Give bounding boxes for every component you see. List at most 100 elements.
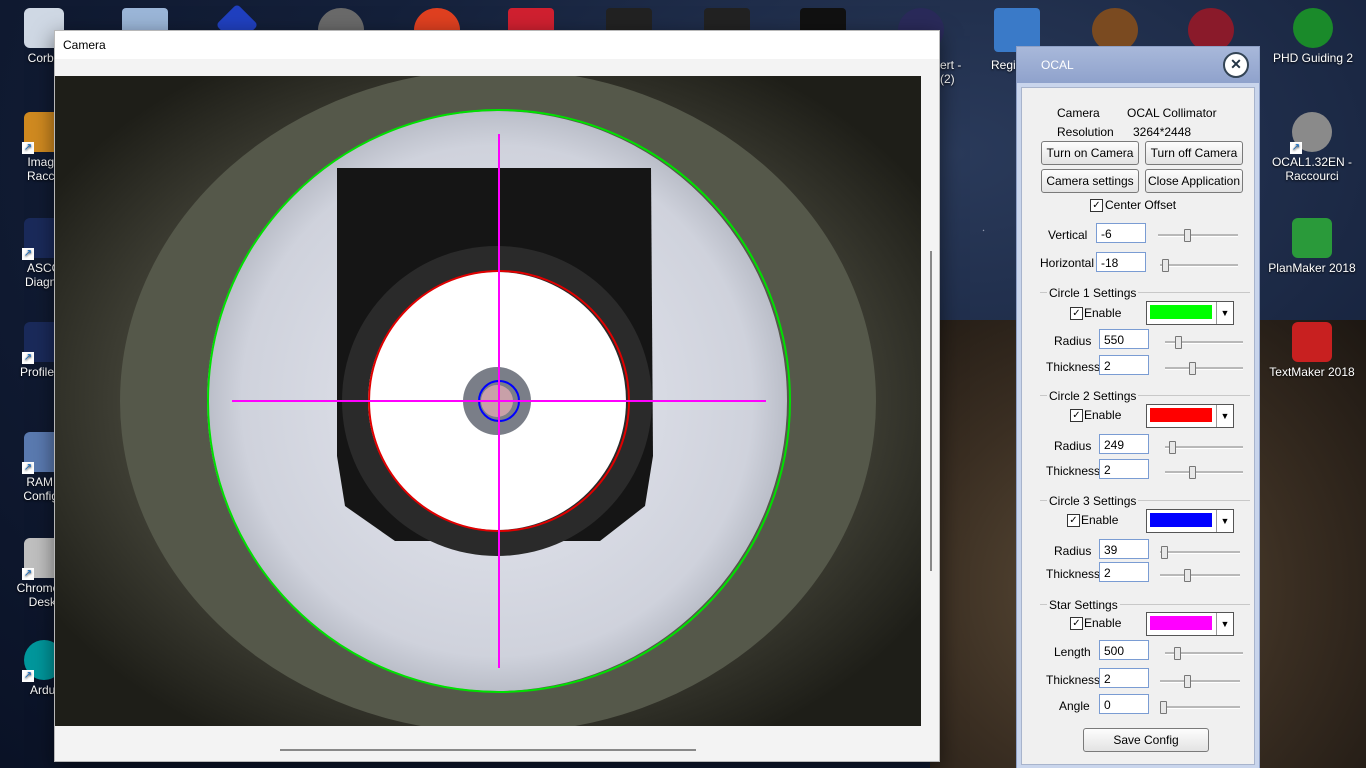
slider-thumb[interactable] — [1184, 675, 1191, 688]
circle-2-radius-slider[interactable] — [1165, 441, 1243, 454]
circle-1-thickness-slider[interactable] — [1165, 362, 1243, 375]
registax-label: Regi — [991, 58, 1016, 72]
vertical-scrollbar[interactable] — [930, 251, 932, 571]
resolution-value: 3264*2448 — [1133, 125, 1192, 139]
ocal-window[interactable]: OCAL ✕ Camera OCAL Collimator Resolution… — [1016, 46, 1260, 768]
close-icon[interactable]: ✕ — [1223, 52, 1249, 78]
circle-2-radius-label: Radius — [1054, 439, 1092, 453]
turn-off-camera-button[interactable]: Turn off Camera — [1145, 141, 1243, 165]
desktop-icon-phd[interactable]: PHD Guiding 2 — [1268, 8, 1358, 65]
circle-1-title: Circle 1 Settings — [1047, 286, 1139, 300]
circle-1-radius-label: Radius — [1054, 334, 1092, 348]
circle-3-enable-label: Enable — [1081, 513, 1119, 527]
desktop-icon-textmaker[interactable]: TextMaker 2018 — [1264, 322, 1360, 379]
slider-thumb[interactable] — [1189, 362, 1196, 375]
circle-2-color-select[interactable]: ▼ — [1146, 404, 1234, 428]
circle-2-title: Circle 2 Settings — [1047, 389, 1139, 403]
circle-3-thickness-label: Thickness — [1046, 567, 1101, 581]
circle-3-radius-input[interactable]: 39 — [1099, 539, 1149, 559]
camera-label: Camera — [1057, 106, 1100, 120]
star-enable-label: Enable — [1084, 616, 1122, 630]
turn-on-camera-button[interactable]: Turn on Camera — [1041, 141, 1139, 165]
circle-1-enable-checkbox[interactable]: ✓ — [1070, 307, 1083, 320]
circle-2-enable-label: Enable — [1084, 408, 1122, 422]
center-offset-checkbox[interactable]: ✓ — [1090, 199, 1103, 212]
close-application-button[interactable]: Close Application — [1145, 169, 1243, 193]
vertical-input[interactable]: -6 — [1096, 223, 1146, 243]
textmaker-icon — [1292, 322, 1332, 362]
desktop-icon-ocal[interactable]: ↗ OCAL1.32EN - Raccourci — [1264, 112, 1360, 183]
desktop-icon-label: PlanMaker 2018 — [1268, 261, 1356, 275]
circle-3-enable-checkbox[interactable]: ✓ — [1067, 514, 1080, 527]
slider-thumb[interactable] — [1184, 229, 1191, 242]
vertical-slider[interactable] — [1158, 229, 1238, 242]
circle-1-radius-slider[interactable] — [1165, 336, 1243, 349]
camera-window[interactable]: Camera — [54, 30, 940, 762]
horizontal-input[interactable]: -18 — [1096, 252, 1146, 272]
circle-1-thickness-input[interactable]: 2 — [1099, 355, 1149, 375]
circle-3-color-swatch — [1150, 513, 1212, 527]
horizontal-label: Horizontal — [1040, 256, 1095, 270]
star-length-label: Length — [1054, 645, 1091, 659]
horizontal-slider[interactable] — [1160, 259, 1238, 272]
circle-1-color-select[interactable]: ▼ — [1146, 301, 1234, 325]
desktop-icon-label: TextMaker 2018 — [1269, 365, 1355, 379]
desktop-icon-label: OCAL1.32EN - Raccourci — [1271, 155, 1353, 183]
star-length-input[interactable]: 500 — [1099, 640, 1149, 660]
slider-thumb[interactable] — [1189, 466, 1196, 479]
collimation-view — [55, 76, 921, 726]
slider-thumb[interactable] — [1175, 336, 1182, 349]
star-angle-slider[interactable] — [1160, 701, 1240, 714]
vertical-label: Vertical — [1048, 228, 1088, 242]
chevron-down-icon: ▼ — [1216, 405, 1233, 427]
phd-guiding-icon — [1293, 8, 1333, 48]
camera-window-title: Camera — [55, 31, 939, 59]
circle-3-thickness-slider[interactable] — [1160, 569, 1240, 582]
camera-settings-button[interactable]: Camera settings — [1041, 169, 1139, 193]
circle-1-thickness-label: Thickness — [1046, 360, 1101, 374]
partial-icon-label: ert - (2) — [940, 58, 962, 86]
slider-thumb[interactable] — [1162, 259, 1169, 272]
star-enable-checkbox[interactable]: ✓ — [1070, 617, 1083, 630]
planmaker-icon — [1292, 218, 1332, 258]
slider-thumb[interactable] — [1174, 647, 1181, 660]
desktop-icon-label: PHD Guiding 2 — [1272, 51, 1354, 65]
ocal-icon: ↗ — [1290, 112, 1332, 154]
slider-thumb[interactable] — [1184, 569, 1191, 582]
star-angle-input[interactable]: 0 — [1099, 694, 1149, 714]
star-color-select[interactable]: ▼ — [1146, 612, 1234, 636]
circle-1-color-swatch — [1150, 305, 1212, 319]
circle-2-thickness-input[interactable]: 2 — [1099, 459, 1149, 479]
circle-2-enable-checkbox[interactable]: ✓ — [1070, 409, 1083, 422]
star-thickness-slider[interactable] — [1160, 675, 1240, 688]
star-length-slider[interactable] — [1165, 647, 1243, 660]
center-offset-label: Center Offset — [1105, 198, 1177, 212]
circle-3-color-select[interactable]: ▼ — [1146, 509, 1234, 533]
circle-3-radius-label: Radius — [1054, 544, 1092, 558]
star-color-swatch — [1150, 616, 1212, 630]
desktop-icon-planmaker[interactable]: PlanMaker 2018 — [1264, 218, 1360, 275]
horizontal-scrollbar[interactable] — [280, 749, 696, 751]
circle-1-radius-input[interactable]: 550 — [1099, 329, 1149, 349]
circle-3-thickness-input[interactable]: 2 — [1099, 562, 1149, 582]
circle-2-thickness-label: Thickness — [1046, 464, 1101, 478]
circle-3-radius-slider[interactable] — [1160, 546, 1240, 559]
ocal-panel: Camera OCAL Collimator Resolution 3264*2… — [1021, 87, 1255, 765]
circle-2-thickness-slider[interactable] — [1165, 466, 1243, 479]
star-thickness-input[interactable]: 2 — [1099, 668, 1149, 688]
circle-3-title: Circle 3 Settings — [1047, 494, 1139, 508]
circle-2-color-swatch — [1150, 408, 1212, 422]
slider-thumb[interactable] — [1169, 441, 1176, 454]
star-angle-label: Angle — [1059, 699, 1090, 713]
chevron-down-icon: ▼ — [1216, 613, 1233, 635]
chevron-down-icon: ▼ — [1216, 510, 1233, 532]
circle-1-enable-label: Enable — [1084, 306, 1122, 320]
star-thickness-label: Thickness — [1046, 673, 1101, 687]
resolution-label: Resolution — [1057, 125, 1114, 139]
circle-2-radius-input[interactable]: 249 — [1099, 434, 1149, 454]
slider-thumb[interactable] — [1160, 701, 1167, 714]
save-config-button[interactable]: Save Config — [1083, 728, 1209, 752]
star-title: Star Settings — [1047, 598, 1120, 612]
slider-thumb[interactable] — [1161, 546, 1168, 559]
camera-feed[interactable] — [55, 76, 921, 726]
